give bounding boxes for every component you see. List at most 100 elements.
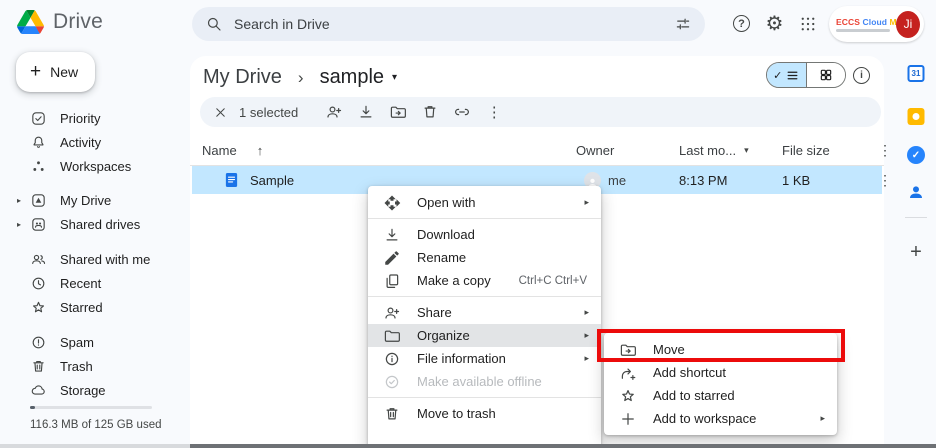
apps-grid-button[interactable] <box>794 10 821 37</box>
sidebar-item-spam[interactable]: Spam <box>0 330 190 354</box>
sidebar-item-priority[interactable]: Priority <box>0 106 190 130</box>
people-icon <box>30 251 47 268</box>
offline-check-icon <box>383 373 401 391</box>
bottom-edge-right <box>190 444 936 448</box>
help-icon: ? <box>733 15 750 32</box>
bell-icon <box>30 134 47 151</box>
submenu-item-add-to-starred[interactable]: Add to starred <box>604 384 837 407</box>
sidebar-item-shared-with-me[interactable]: Shared with me <box>0 247 190 271</box>
sidebar-item-recent[interactable]: Recent <box>0 271 190 295</box>
column-owner[interactable]: Owner <box>576 143 679 158</box>
expand-caret-icon[interactable]: ▸ <box>17 220 21 229</box>
search-bar[interactable] <box>192 7 705 41</box>
header-more-icon[interactable]: ⋮ <box>874 143 892 157</box>
add-panel-app-button[interactable]: + <box>910 242 922 262</box>
open-with-icon <box>383 194 401 212</box>
star-icon <box>30 299 47 316</box>
get-link-button[interactable] <box>446 103 478 121</box>
sidebar-group-shared: Shared with me Recent Starred <box>0 247 190 319</box>
sidebar-group-priority: Priority Activity Workspaces <box>0 106 190 178</box>
bottom-edge-left <box>0 444 190 448</box>
sidebar-item-my-drive[interactable]: ▸ My Drive <box>0 188 190 212</box>
person-add-icon <box>383 304 401 322</box>
google-doc-icon <box>224 172 239 188</box>
search-input[interactable] <box>234 16 663 32</box>
menu-item-make-a-copy[interactable]: Make a copy Ctrl+C Ctrl+V <box>368 269 601 292</box>
keep-app-button[interactable] <box>908 108 925 125</box>
caret-down-icon: ▾ <box>744 146 749 155</box>
file-owner: me <box>608 173 626 188</box>
search-icon <box>205 15 223 33</box>
row-more-icon[interactable]: ⋮ <box>874 173 892 187</box>
file-name: Sample <box>250 173 294 188</box>
new-button[interactable]: + New <box>16 52 95 92</box>
move-button[interactable] <box>382 103 414 121</box>
shared-drives-icon <box>30 216 47 233</box>
calendar-app-button[interactable]: 31 <box>908 65 925 82</box>
menu-item-rename[interactable]: Rename <box>368 246 601 269</box>
more-actions-button[interactable]: ⋮ <box>478 105 510 120</box>
menu-item-download[interactable]: Download <box>368 223 601 246</box>
breadcrumb-root[interactable]: My Drive <box>203 66 282 89</box>
copy-icon <box>383 272 401 290</box>
check-icon: ✓ <box>773 69 782 82</box>
column-name[interactable]: Name <box>202 143 237 158</box>
sort-up-icon[interactable]: ↑ <box>257 144 264 157</box>
caret-right-icon: ▸ <box>820 414 825 423</box>
storage-usage-text: 116.3 MB of 125 GB used <box>30 419 161 431</box>
download-icon <box>383 226 401 244</box>
details-info-icon[interactable]: i <box>853 67 870 84</box>
submenu-item-add-shortcut[interactable]: Add shortcut <box>604 361 837 384</box>
sidebar-item-storage[interactable]: Storage <box>0 378 190 402</box>
plus-icon: + <box>30 61 41 83</box>
submenu-item-add-to-workspace[interactable]: Add to workspace ▸ <box>604 407 837 430</box>
menu-item-open-with[interactable]: Open with ▸ <box>368 191 601 214</box>
settings-button[interactable]: ⚙ <box>761 10 788 37</box>
expand-caret-icon[interactable]: ▸ <box>17 196 21 205</box>
sidebar-item-activity[interactable]: Activity <box>0 130 190 154</box>
clear-selection-button[interactable] <box>213 105 228 120</box>
share-button[interactable] <box>318 103 350 121</box>
menu-item-organize[interactable]: Organize ▸ <box>368 324 601 347</box>
menu-item-share[interactable]: Share ▸ <box>368 301 601 324</box>
sidebar-item-shared-drives[interactable]: ▸ Shared drives <box>0 212 190 236</box>
sidebar-item-starred[interactable]: Starred <box>0 295 190 319</box>
spam-icon <box>30 334 47 351</box>
rail-divider <box>905 217 927 218</box>
drive-logo[interactable]: Drive <box>17 10 103 34</box>
account-badge[interactable]: ECCS Cloud Mail Ji <box>829 6 924 42</box>
google-drive-app: Drive ? ⚙ <box>0 0 936 448</box>
menu-item-file-information[interactable]: File information ▸ <box>368 347 601 370</box>
topbar-actions: ? ⚙ <box>728 10 821 37</box>
search-options-icon[interactable] <box>674 15 692 33</box>
workspaces-dots-icon <box>30 158 47 175</box>
download-button[interactable] <box>350 103 382 121</box>
apps-grid-icon <box>799 15 817 33</box>
contacts-app-button[interactable] <box>907 183 925 201</box>
trash-icon <box>30 358 47 375</box>
gear-icon: ⚙ <box>766 14 784 34</box>
help-button[interactable]: ? <box>728 10 755 37</box>
file-last-modified: 8:13 PM <box>679 173 782 188</box>
side-panel-rail: 31 ✓ + <box>896 56 936 448</box>
highlight-annotation-box <box>597 329 845 362</box>
trash-button[interactable] <box>414 103 446 121</box>
breadcrumb-current[interactable]: sample ▾ <box>320 66 398 89</box>
tasks-app-button[interactable]: ✓ <box>907 146 925 164</box>
grid-view-button[interactable] <box>806 63 846 87</box>
contacts-icon <box>907 183 925 201</box>
shortcut-hint: Ctrl+C Ctrl+V <box>519 275 587 287</box>
folder-icon <box>383 327 401 345</box>
sidebar-item-trash[interactable]: Trash <box>0 354 190 378</box>
cloud-icon <box>30 382 47 399</box>
list-view-button[interactable]: ✓ <box>767 63 806 87</box>
sidebar-item-workspaces[interactable]: Workspaces <box>0 154 190 178</box>
top-bar: Drive ? ⚙ <box>0 0 936 48</box>
user-avatar[interactable]: Ji <box>896 11 920 38</box>
column-file-size[interactable]: File size <box>782 143 874 158</box>
caret-right-icon: ▸ <box>584 331 589 340</box>
column-last-modified[interactable]: Last mo... ▾ <box>679 143 782 158</box>
link-icon <box>453 103 471 121</box>
menu-item-move-to-trash[interactable]: Move to trash <box>368 402 601 425</box>
context-menu: Open with ▸ Download Rename Make a copy … <box>368 186 601 448</box>
